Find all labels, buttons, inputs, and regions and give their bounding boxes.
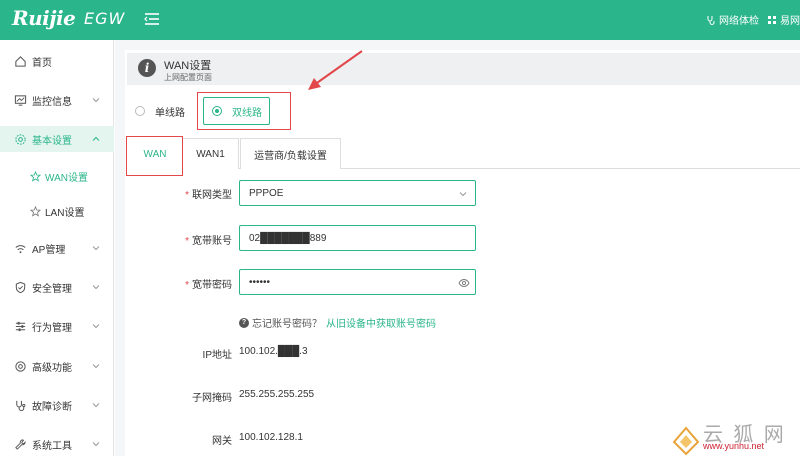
sidebar-subitem-wan[interactable]: WAN设置 [0, 163, 114, 189]
sidebar-item-label: 故障诊断 [32, 401, 72, 413]
menu-toggle-icon[interactable] [143, 10, 161, 28]
sidebar-item-diagnosis[interactable]: 故障诊断 [0, 392, 114, 418]
gateway-label: 网关 [212, 436, 232, 447]
star-icon [30, 205, 41, 217]
sliders-icon [15, 321, 26, 331]
stethoscope-icon [16, 400, 26, 411]
question-icon: ? [239, 317, 249, 328]
sidebar-item-label: 高级功能 [32, 362, 72, 374]
conn-type-label: * 联网类型 [185, 190, 232, 201]
sidebar-item-basic-settings[interactable]: 基本设置 [0, 126, 114, 152]
sidebar-item-label: 基本设置 [32, 135, 72, 147]
star-icon [30, 170, 41, 182]
chevron-down-icon [92, 324, 100, 329]
sidebar-item-home[interactable]: 首页 [0, 48, 114, 74]
stethoscope-icon [707, 15, 715, 25]
gear-icon [15, 133, 26, 145]
page-title: WAN设置 [164, 60, 212, 72]
chevron-down-icon [92, 442, 100, 447]
conn-type-select[interactable]: PPPOE [239, 180, 476, 206]
eye-icon[interactable] [458, 277, 470, 289]
sidebar-item-security[interactable]: 安全管理 [0, 274, 114, 300]
info-icon: i [138, 59, 156, 77]
radio-label: 单线路 [155, 107, 185, 119]
radio-circle-icon [135, 106, 145, 116]
network-check-button[interactable]: 网络体检 [706, 12, 759, 27]
gateway-value: 100.102.128.1 [239, 432, 303, 443]
account-value: 02███████889 [249, 232, 327, 244]
sidebar-item-advanced[interactable]: 高级功能 [0, 353, 114, 379]
password-label: * 宽带密码 [185, 280, 232, 291]
easy-network-label: 易网 [780, 16, 800, 27]
shield-icon [15, 281, 26, 293]
chevron-up-icon [92, 136, 100, 141]
sidebar-item-label: LAN设置 [45, 207, 85, 219]
tab-isp-load[interactable]: 运营商/负载设置 [240, 138, 341, 169]
highlight-box [197, 92, 291, 130]
single-line-radio[interactable]: 单线路 [127, 97, 193, 125]
ip-value: 100.102.███.3 [239, 346, 308, 357]
chevron-down-icon [92, 285, 100, 290]
mask-label: 子网掩码 [192, 393, 232, 404]
chevron-down-icon [92, 246, 100, 251]
sidebar-item-system-tools[interactable]: 系统工具 [0, 431, 114, 456]
sidebar-item-label: 安全管理 [32, 283, 72, 295]
sidebar-item-ap-management[interactable]: AP管理 [0, 235, 114, 261]
easy-network-button[interactable]: 易网 [767, 12, 800, 27]
network-check-label: 网络体检 [719, 16, 759, 27]
top-bar: Ruijie EGW 网络体检 易网 [0, 0, 800, 40]
retrieve-account-link[interactable]: 从旧设备中获取账号密码 [326, 315, 436, 330]
sidebar-item-label: AP管理 [32, 244, 66, 256]
brand-logo: Ruijie [12, 6, 76, 30]
target-icon [15, 360, 26, 372]
account-label: * 宽带账号 [185, 236, 232, 247]
chevron-down-icon [92, 364, 100, 369]
chevron-down-icon [459, 192, 467, 197]
sidebar-item-label: 首页 [32, 57, 52, 69]
watermark-url: www.yunhu.net [703, 441, 765, 451]
sidebar-item-label: 监控信息 [32, 96, 72, 108]
hint-text: 忘记账号密码？ [252, 319, 322, 330]
sidebar-item-label: 行为管理 [32, 322, 72, 334]
highlight-box [126, 136, 183, 176]
annotation-arrow [308, 50, 363, 90]
wifi-icon [15, 244, 26, 253]
sidebar-item-behavior[interactable]: 行为管理 [0, 313, 114, 339]
sidebar-subitem-lan[interactable]: LAN设置 [0, 198, 114, 224]
device-model: EGW [84, 9, 126, 28]
page-subtitle: 上网配置页面 [164, 73, 212, 82]
ip-label: IP地址 [202, 350, 232, 361]
chevron-down-icon [92, 403, 100, 408]
grid-icon [768, 15, 776, 24]
tab-wan1[interactable]: WAN1 [183, 138, 239, 169]
sidebar-item-label: WAN设置 [45, 172, 88, 184]
forgot-hint: ? 忘记账号密码？ 从旧设备中获取账号密码 [239, 315, 436, 330]
monitor-icon [14, 94, 27, 106]
home-icon [15, 55, 26, 67]
sidebar-item-monitor[interactable]: 监控信息 [0, 87, 114, 113]
chevron-down-icon [92, 98, 100, 103]
mask-value: 255.255.255.255 [239, 389, 315, 400]
wrench-icon [15, 438, 26, 450]
sidebar-item-label: 系统工具 [32, 440, 72, 452]
page-title-bar [127, 53, 800, 85]
password-input[interactable]: •••••• [239, 269, 476, 295]
account-input[interactable]: 02███████889 [239, 225, 476, 251]
conn-type-value: PPPOE [249, 187, 284, 199]
password-value: •••••• [249, 276, 271, 288]
